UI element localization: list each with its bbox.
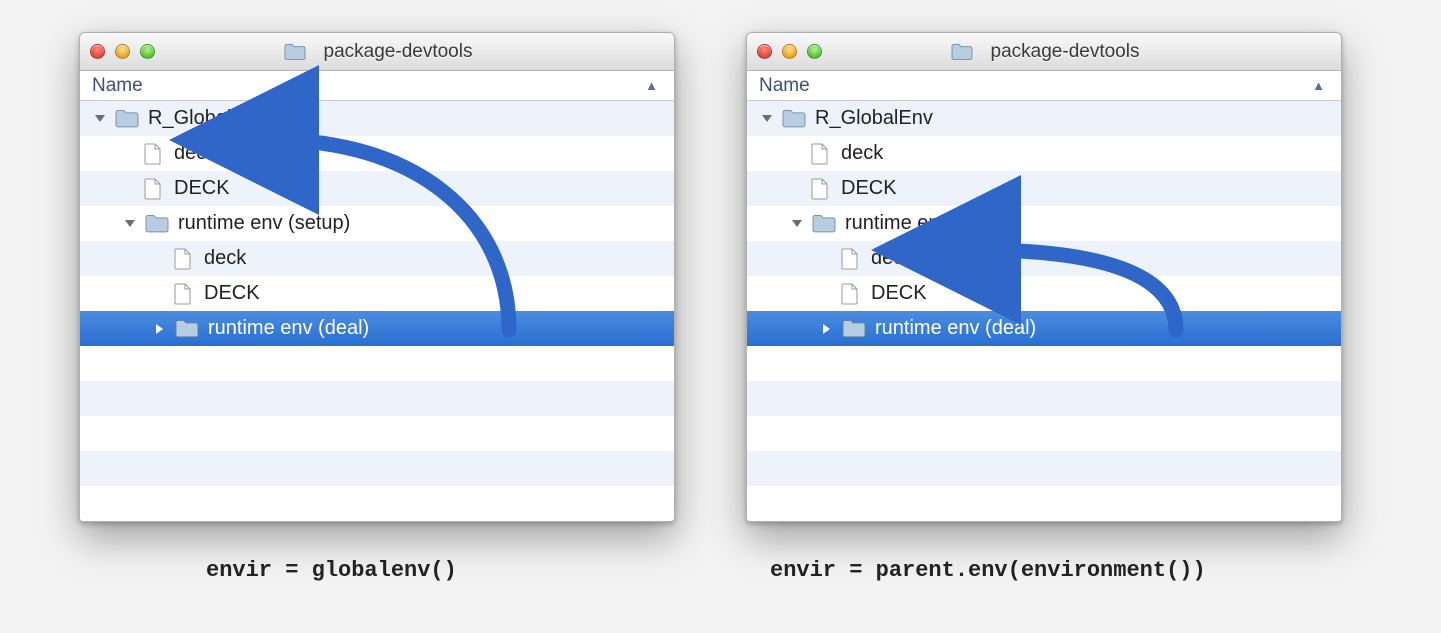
chevron-down-icon[interactable] — [92, 114, 108, 124]
folder-icon — [114, 108, 140, 130]
tree-row-label: DECK — [841, 177, 897, 200]
sort-ascending-icon: ▲ — [645, 78, 662, 93]
window-title: package-devtools — [991, 41, 1140, 63]
column-name-label: Name — [759, 75, 1312, 97]
tree-row-label: deck — [871, 247, 913, 270]
file-icon — [837, 248, 863, 270]
file-icon — [140, 178, 166, 200]
column-name-label: Name — [92, 75, 645, 97]
tree-row-r-globalenv[interactable]: R_GlobalEnv — [747, 101, 1341, 136]
chevron-down-icon[interactable] — [789, 219, 805, 229]
file-icon — [140, 143, 166, 165]
folder-icon — [174, 318, 200, 340]
tree-row-label: DECK — [174, 177, 230, 200]
tree-row-r-globalenv[interactable]: R_GlobalEnv — [80, 101, 674, 136]
empty-row — [80, 416, 674, 451]
empty-row — [80, 346, 674, 381]
traffic-lights — [90, 44, 155, 59]
tree-row-deck[interactable]: deck — [80, 136, 674, 171]
empty-row — [80, 451, 674, 486]
tree-row-label: R_GlobalEnv — [148, 107, 266, 130]
empty-row — [747, 486, 1341, 521]
folder-icon — [144, 213, 170, 235]
empty-row — [747, 346, 1341, 381]
column-header[interactable]: Name ▲ — [747, 71, 1341, 101]
tree-list: R_GlobalEnv deck DECK — [747, 101, 1341, 521]
close-icon[interactable] — [757, 44, 772, 59]
file-icon — [807, 178, 833, 200]
tree-row-label: runtime env (setup) — [178, 212, 350, 235]
chevron-right-icon[interactable] — [819, 323, 835, 335]
tree-row-runtime-deal[interactable]: runtime env (deal) — [80, 311, 674, 346]
empty-row — [747, 416, 1341, 451]
tree-row-label: R_GlobalEnv — [815, 107, 933, 130]
tree-row-runtime-deal[interactable]: runtime env (deal) — [747, 311, 1341, 346]
sort-ascending-icon: ▲ — [1312, 78, 1329, 93]
finder-window-right: package-devtools Name ▲ R_GlobalEnv — [746, 32, 1342, 522]
tree-row-label: DECK — [204, 282, 260, 305]
tree-row-label: DECK — [871, 282, 927, 305]
close-icon[interactable] — [90, 44, 105, 59]
tree-row-label: deck — [841, 142, 883, 165]
zoom-icon[interactable] — [807, 44, 822, 59]
folder-icon — [811, 213, 837, 235]
zoom-icon[interactable] — [140, 44, 155, 59]
tree-row-runtime-setup[interactable]: runtime env (setup) — [747, 206, 1341, 241]
tree-list: R_GlobalEnv deck DECK — [80, 101, 674, 521]
tree-row-deck-inner[interactable]: deck — [747, 241, 1341, 276]
folder-icon — [282, 41, 308, 63]
empty-row — [747, 381, 1341, 416]
titlebar[interactable]: package-devtools — [747, 33, 1341, 71]
tree-row-deck-upper-inner[interactable]: DECK — [80, 276, 674, 311]
tree-row-label: deck — [174, 142, 216, 165]
column-header[interactable]: Name ▲ — [80, 71, 674, 101]
file-icon — [170, 283, 196, 305]
window-title: package-devtools — [324, 41, 473, 63]
empty-row — [747, 451, 1341, 486]
minimize-icon[interactable] — [115, 44, 130, 59]
caption-left: envir = globalenv() — [206, 558, 457, 583]
tree-row-deck-upper-inner[interactable]: DECK — [747, 276, 1341, 311]
tree-row-deck[interactable]: deck — [747, 136, 1341, 171]
file-icon — [807, 143, 833, 165]
chevron-down-icon[interactable] — [759, 114, 775, 124]
tree-row-label: runtime env (deal) — [208, 317, 369, 340]
folder-icon — [841, 318, 867, 340]
file-icon — [837, 283, 863, 305]
chevron-down-icon[interactable] — [122, 219, 138, 229]
file-icon — [170, 248, 196, 270]
caption-right: envir = parent.env(environment()) — [770, 558, 1206, 583]
tree-row-runtime-setup[interactable]: runtime env (setup) — [80, 206, 674, 241]
tree-row-label: runtime env (setup) — [845, 212, 1017, 235]
empty-row — [80, 486, 674, 521]
tree-row-deck-upper[interactable]: DECK — [80, 171, 674, 206]
tree-row-deck-inner[interactable]: deck — [80, 241, 674, 276]
tree-row-label: deck — [204, 247, 246, 270]
tree-row-label: runtime env (deal) — [875, 317, 1036, 340]
finder-window-left: package-devtools Name ▲ R_GlobalEnv — [79, 32, 675, 522]
empty-row — [80, 381, 674, 416]
tree-row-deck-upper[interactable]: DECK — [747, 171, 1341, 206]
folder-icon — [781, 108, 807, 130]
traffic-lights — [757, 44, 822, 59]
chevron-right-icon[interactable] — [152, 323, 168, 335]
folder-icon — [949, 41, 975, 63]
titlebar[interactable]: package-devtools — [80, 33, 674, 71]
minimize-icon[interactable] — [782, 44, 797, 59]
